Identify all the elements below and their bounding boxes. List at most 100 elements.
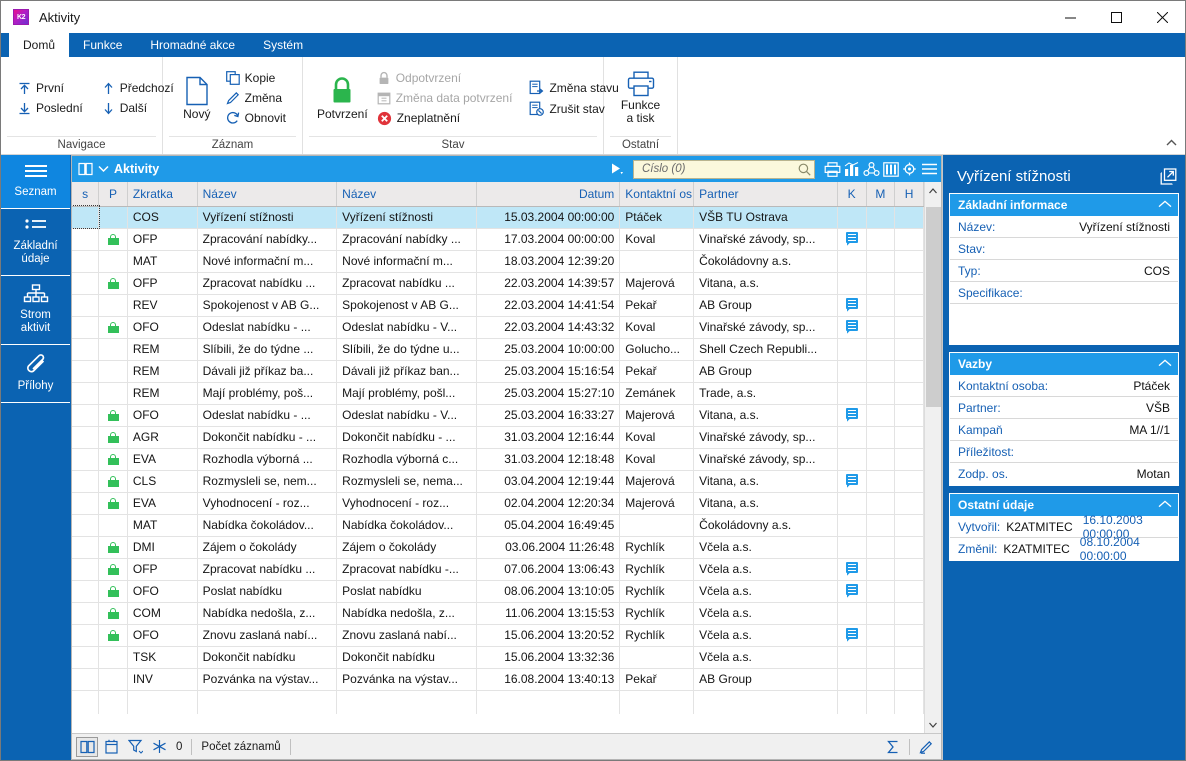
table-row[interactable]: COS Vyřízení stížnosti Vyřízení stížnosti 1… xyxy=(72,205,924,229)
sidebar-item-prilohy[interactable]: Přílohy xyxy=(1,345,70,403)
filter-button[interactable] xyxy=(124,737,146,757)
cell-kontaktni-osoba: Pekař xyxy=(619,360,695,383)
chevron-up-icon[interactable] xyxy=(1158,500,1172,511)
tab-system[interactable]: Systém xyxy=(249,33,317,57)
scrollbar-track[interactable] xyxy=(925,199,942,716)
col-header-zkratka[interactable]: Zkratka xyxy=(127,182,198,207)
scroll-down-button[interactable] xyxy=(925,716,942,733)
col-header-m[interactable]: M xyxy=(866,182,896,207)
sum-button[interactable] xyxy=(882,737,904,757)
table-row[interactable]: OFP Zpracovat nabídku ... Zpracovat nabídk… xyxy=(72,272,924,295)
new-record-button[interactable]: Nový xyxy=(177,72,217,125)
col-header-partner[interactable]: Partner xyxy=(693,182,838,207)
col-header-s[interactable]: s xyxy=(72,182,100,207)
maximize-button[interactable] xyxy=(1093,1,1139,33)
table-row[interactable]: OFP Zpracování nabídky... Zpracování nabíd… xyxy=(72,228,924,251)
cell-k xyxy=(837,426,867,449)
scrollbar-thumb[interactable] xyxy=(925,207,941,407)
search-icon[interactable] xyxy=(798,163,811,176)
col-header-nazev2[interactable]: Název xyxy=(336,182,477,207)
table-row[interactable]: OFP Zpracovat nabídku ... Zpracovat nabídk… xyxy=(72,558,924,581)
table-row[interactable]: REM Mají problémy, poš... Mají problémy, p… xyxy=(72,382,924,405)
scroll-up-button[interactable] xyxy=(925,182,942,199)
nav-last-button[interactable]: Poslední xyxy=(15,99,89,117)
card-header-zakladni-informace[interactable]: Základní informace xyxy=(950,194,1178,216)
table-row[interactable]: CLS Rozmysleli se, nem... Rozmysleli se, n… xyxy=(72,470,924,493)
table-row[interactable]: TSK Dokončit nabídku Dokončit nabídku 15.06… xyxy=(72,646,924,669)
chart-icon[interactable] xyxy=(844,161,860,177)
print-icon[interactable] xyxy=(824,161,841,177)
chevron-up-icon[interactable] xyxy=(1158,200,1172,211)
cell-h xyxy=(894,448,924,471)
change-confirm-date-button[interactable]: Změna data potvrzení xyxy=(374,89,519,107)
cell-lock xyxy=(98,536,128,559)
col-header-p[interactable]: P xyxy=(98,182,128,207)
col-header-k[interactable]: K xyxy=(837,182,867,207)
nav-first-button[interactable]: První xyxy=(15,79,89,97)
table-row[interactable]: EVA Vyhodnocení - roz... Vyhodnocení - roz… xyxy=(72,492,924,515)
card-view-button[interactable] xyxy=(100,737,122,757)
status-divider-2 xyxy=(289,738,291,755)
columns-icon[interactable] xyxy=(883,161,899,177)
edit-button[interactable]: Změna xyxy=(223,89,292,107)
col-header-nazev1[interactable]: Název xyxy=(197,182,338,207)
card-header-vazby[interactable]: Vazby xyxy=(950,353,1178,375)
freeze-button[interactable] xyxy=(148,737,170,757)
invalidate-button[interactable]: Zneplatnění xyxy=(374,109,519,128)
field-kontaktni-osoba: Kontaktní osoba: Ptáček xyxy=(950,375,1178,397)
table-row[interactable]: EVA Rozhodla výborná ... Rozhodla výborná … xyxy=(72,448,924,471)
table-row[interactable]: REV Spokojenost v AB G... Spokojenost v AB… xyxy=(72,294,924,317)
olap-cube-icon[interactable] xyxy=(863,161,880,177)
table-row[interactable]: OFO Odeslat nabídku - ... Odeslat nabídku … xyxy=(72,316,924,339)
table-row[interactable]: OFO Poslat nabídku Poslat nabídku 08.06.200… xyxy=(72,580,924,603)
col-header-datum[interactable]: Datum xyxy=(476,182,621,207)
cell-lock xyxy=(98,668,128,691)
application-window: K2 Aktivity Domů Funkce Hromadné akce Sy… xyxy=(0,0,1186,761)
table-row[interactable]: COM Nabídka nedošla, z... Nabídka nedošla,… xyxy=(72,602,924,625)
table-row[interactable]: REM Dávali již příkaz ba... Dávali již pří… xyxy=(72,360,924,383)
unconfirm-button[interactable]: Odpotvrzení xyxy=(374,69,519,87)
book-icon[interactable] xyxy=(78,162,93,176)
cell-m xyxy=(866,316,896,339)
lock-green-icon xyxy=(107,608,119,620)
chevron-down-icon[interactable] xyxy=(98,165,109,173)
search-input[interactable] xyxy=(640,162,798,176)
table-row[interactable]: AGR Dokončit nabídku - ... Dokončit nabídk… xyxy=(72,426,924,449)
table-row[interactable]: REM Slíbili, že do týdne ... Slíbili, že d… xyxy=(72,338,924,361)
open-in-new-icon[interactable] xyxy=(1160,167,1177,185)
tab-hromadne-akce[interactable]: Hromadné akce xyxy=(136,33,249,57)
tab-funkce[interactable]: Funkce xyxy=(69,33,136,57)
grid-vertical-scrollbar[interactable] xyxy=(924,182,941,733)
menu-icon[interactable] xyxy=(921,162,938,176)
confirm-button[interactable]: Potvrzení xyxy=(315,72,370,125)
lock-grey-icon xyxy=(377,71,391,85)
play-run-icon[interactable] xyxy=(610,162,624,176)
sidebar-item-zakladni-udaje[interactable]: Základní údaje xyxy=(1,209,70,276)
close-button[interactable] xyxy=(1139,1,1185,33)
minimize-button[interactable] xyxy=(1047,1,1093,33)
table-row[interactable]: MAT Nové informační m... Nové informační m… xyxy=(72,250,924,273)
col-header-kontaktni-osoba[interactable]: Kontaktní os xyxy=(619,182,695,207)
grid-body: s P Zkratka Název Název Datum Kontaktní … xyxy=(72,182,941,733)
table-row[interactable]: INV Pozvánka na výstav... Pozvánka na výst… xyxy=(72,668,924,691)
table-row[interactable]: DMI Zájem o čokolády Zájem o čokolády 03.06… xyxy=(72,536,924,559)
functions-print-button[interactable]: Funkce a tisk xyxy=(614,67,667,129)
cell-nazev1: Odeslat nabídku - ... xyxy=(197,316,338,339)
edit-cell-button[interactable] xyxy=(915,737,937,757)
refresh-button[interactable]: Obnovit xyxy=(223,109,292,127)
search-box[interactable] xyxy=(633,159,815,179)
state-change-icon xyxy=(529,80,544,95)
cell-s xyxy=(72,558,100,581)
table-row[interactable]: OFO Odeslat nabídku - ... Odeslat nabídku … xyxy=(72,404,924,427)
copy-button[interactable]: Kopie xyxy=(223,69,292,87)
table-row[interactable]: OFO Znovu zaslaná nabí... Znovu zaslaná na… xyxy=(72,624,924,647)
ribbon-collapse-button[interactable] xyxy=(1163,134,1179,150)
settings-icon[interactable] xyxy=(902,162,918,177)
col-header-h[interactable]: H xyxy=(894,182,924,207)
sidebar-item-seznam[interactable]: Seznam xyxy=(1,155,70,209)
tab-domu[interactable]: Domů xyxy=(9,33,70,57)
book-view-button[interactable] xyxy=(76,736,98,757)
sidebar-item-strom-aktivit[interactable]: Strom aktivit xyxy=(1,276,70,345)
chevron-up-icon[interactable] xyxy=(1158,359,1172,370)
table-row[interactable]: MAT Nabídka čokoládov... Nabídka čokoládov… xyxy=(72,514,924,537)
